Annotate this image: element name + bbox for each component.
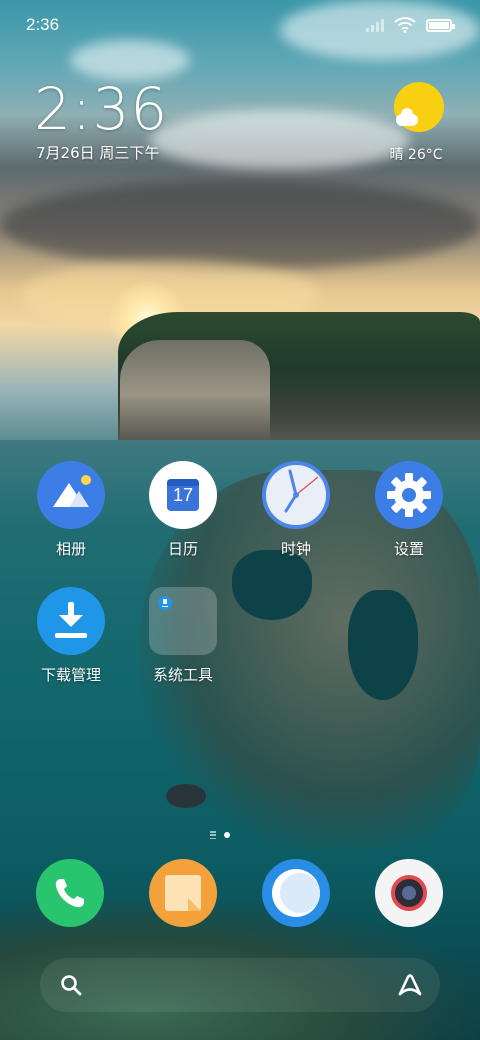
dock-notes[interactable] (149, 859, 217, 927)
wifi-icon (394, 17, 416, 33)
clock-icon (262, 461, 330, 529)
camera-icon (391, 875, 427, 911)
gallery-icon (37, 461, 105, 529)
status-icons (366, 16, 455, 34)
app-label: 设置 (393, 540, 424, 558)
clock-widget-date: 7月26日 周三下午 (36, 144, 160, 162)
app-folder-system-tools[interactable]: 系统工具 (133, 587, 233, 685)
calendar-icon-day: 17 (172, 485, 194, 505)
wallpaper-rock (120, 340, 270, 448)
browser-icon (272, 869, 320, 917)
app-gallery[interactable]: 相册 (21, 461, 121, 559)
app-settings[interactable]: 设置 (359, 461, 459, 559)
app-label: 相册 (55, 540, 86, 558)
wallpaper-cloud (150, 110, 410, 170)
download-icon (158, 596, 172, 610)
app-label: 下载管理 (40, 666, 101, 684)
wallpaper-fish (166, 784, 206, 808)
search-bar[interactable] (40, 958, 440, 1012)
app-label: 系统工具 (152, 666, 213, 684)
phone-icon (55, 879, 84, 908)
notes-icon (165, 875, 201, 911)
app-clock[interactable]: 时钟 (246, 461, 346, 559)
dock-phone[interactable] (36, 859, 104, 927)
dock-browser[interactable] (262, 859, 330, 927)
assistant-icon[interactable] (396, 972, 424, 998)
wallpaper-skull-eye (348, 590, 418, 700)
app-calendar[interactable]: 17 日历 (133, 461, 233, 559)
gear-icon (375, 461, 443, 529)
wallpaper-cloud (0, 180, 480, 270)
download-icon (37, 587, 105, 655)
wallpaper-skull-eye (232, 550, 312, 620)
dock-camera[interactable] (375, 859, 443, 927)
page-dot-active (224, 832, 230, 838)
battery-icon (426, 18, 455, 32)
clock-widget-time: 2:36 (34, 75, 169, 143)
clock-widget[interactable]: 2:36 7月26日 周三下午 (34, 76, 168, 163)
page-indicator[interactable] (200, 829, 240, 841)
sunny-cloud-icon (390, 82, 444, 134)
calendar-icon: 17 (149, 461, 217, 529)
app-download-manager[interactable]: 下载管理 (21, 587, 121, 685)
app-label: 时钟 (280, 540, 311, 558)
status-time: 2:36 (26, 15, 60, 34)
weather-text: 晴 26°C (389, 147, 443, 163)
signal-icon (366, 18, 384, 32)
weather-widget[interactable]: 晴 26°C (384, 82, 448, 164)
search-icon (61, 975, 82, 996)
folder-icon (149, 587, 217, 655)
status-bar: 2:36 (0, 0, 480, 50)
page-list-icon (210, 831, 216, 839)
app-label: 日历 (167, 540, 198, 558)
